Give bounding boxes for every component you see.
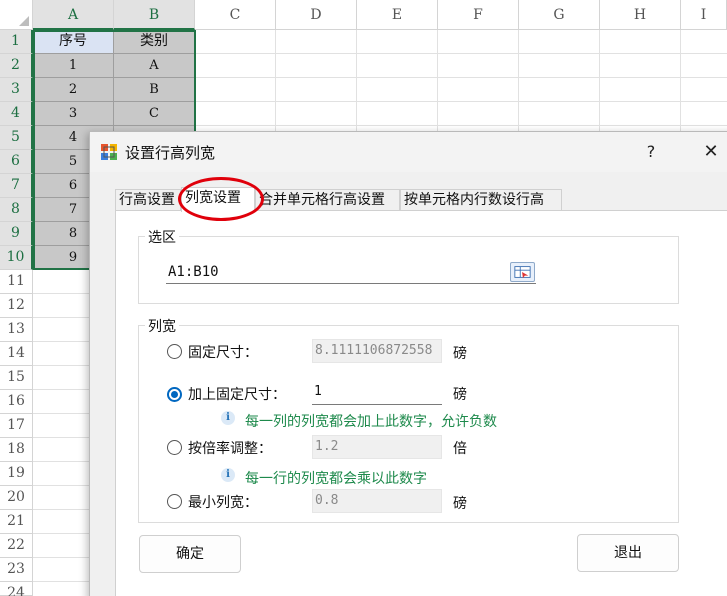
- fixed-size-label: 固定尺寸：: [188, 345, 258, 361]
- column-headers: A B C D E F G H I: [33, 0, 727, 30]
- add-hint: 每一列的列宽都会加上此数字，允许负数: [245, 414, 497, 430]
- min-width-field[interactable]: 0.8: [312, 489, 442, 513]
- help-button[interactable]: ?: [630, 138, 672, 166]
- multiply-radio[interactable]: [167, 440, 182, 455]
- row-header[interactable]: 22: [0, 534, 33, 558]
- min-width-radio[interactable]: [167, 494, 182, 509]
- row-header[interactable]: 23: [0, 558, 33, 582]
- multiply-field[interactable]: 1.2: [312, 435, 442, 459]
- multiply-label: 按倍率调整：: [188, 441, 272, 457]
- row-header[interactable]: 4: [0, 102, 33, 126]
- row-header[interactable]: 12: [0, 294, 33, 318]
- cell-b[interactable]: A: [114, 54, 195, 78]
- row-header[interactable]: 8: [0, 198, 33, 222]
- row-header[interactable]: 14: [0, 342, 33, 366]
- row-header[interactable]: 15: [0, 366, 33, 390]
- row-header[interactable]: 5: [0, 126, 33, 150]
- row-col-size-dialog: 设置行高列宽 ? ✕ 行高设置 列宽设置 合并单元格行高设置 按单元格内行数设行…: [89, 131, 727, 596]
- column-header-g[interactable]: G: [519, 0, 600, 30]
- multiply-unit: 倍: [453, 441, 467, 457]
- cell-a[interactable]: 3: [33, 102, 114, 126]
- dialog-title: 设置行高列宽: [125, 144, 216, 162]
- column-header-c[interactable]: C: [195, 0, 276, 30]
- row-header[interactable]: 3: [0, 78, 33, 102]
- row-header[interactable]: 7: [0, 174, 33, 198]
- cell-a[interactable]: 1: [33, 54, 114, 78]
- row-header[interactable]: 9: [0, 222, 33, 246]
- select-all-triangle-icon: [19, 16, 29, 26]
- close-button[interactable]: ✕: [690, 138, 727, 166]
- multiply-hint: 每一行的列宽都会乘以此数字: [245, 471, 427, 487]
- tab-row-height-by-lines[interactable]: 按单元格内行数设行高: [400, 189, 562, 211]
- column-header-e[interactable]: E: [357, 0, 438, 30]
- cell-a1[interactable]: 序号: [33, 30, 114, 54]
- row-header[interactable]: 1: [0, 30, 33, 54]
- row-header[interactable]: 10: [0, 246, 33, 270]
- row-header[interactable]: 19: [0, 462, 33, 486]
- column-width-group-legend: 列宽: [145, 316, 179, 336]
- row-header[interactable]: 16: [0, 390, 33, 414]
- tab-merged-row-height[interactable]: 合并单元格行高设置: [255, 189, 400, 211]
- min-width-unit: 磅: [453, 496, 467, 512]
- add-fixed-size-unit: 磅: [453, 387, 467, 403]
- range-select-icon[interactable]: [510, 262, 535, 282]
- row-header[interactable]: 13: [0, 318, 33, 342]
- add-fixed-size-label: 加上固定尺寸：: [188, 387, 286, 403]
- info-icon: i: [221, 411, 235, 425]
- tab-row-height[interactable]: 行高设置: [115, 189, 181, 211]
- cell-b[interactable]: B: [114, 78, 195, 102]
- row-header[interactable]: 17: [0, 414, 33, 438]
- fixed-size-field[interactable]: 8.1111106872558: [312, 339, 442, 363]
- row-header[interactable]: 24: [0, 582, 33, 596]
- select-all-corner[interactable]: [0, 0, 33, 30]
- column-header-i[interactable]: I: [681, 0, 727, 30]
- app-icon: [101, 144, 117, 160]
- ok-button[interactable]: 确定: [139, 535, 241, 573]
- selection-group-legend: 选区: [145, 227, 179, 247]
- fixed-size-unit: 磅: [453, 346, 467, 362]
- column-header-f[interactable]: F: [438, 0, 519, 30]
- add-fixed-size-radio[interactable]: [167, 387, 182, 402]
- column-header-a[interactable]: A: [33, 0, 114, 30]
- column-header-h[interactable]: H: [600, 0, 681, 30]
- add-fixed-size-field[interactable]: 1: [312, 381, 442, 405]
- row-header[interactable]: 21: [0, 510, 33, 534]
- column-header-b[interactable]: B: [114, 0, 195, 30]
- fixed-size-radio[interactable]: [167, 344, 182, 359]
- cell-a[interactable]: 2: [33, 78, 114, 102]
- row-header[interactable]: 18: [0, 438, 33, 462]
- column-header-d[interactable]: D: [276, 0, 357, 30]
- row-header[interactable]: 2: [0, 54, 33, 78]
- cell-b[interactable]: C: [114, 102, 195, 126]
- row-header[interactable]: 20: [0, 486, 33, 510]
- cell-b1[interactable]: 类别: [114, 30, 195, 54]
- tab-column-width[interactable]: 列宽设置: [181, 187, 255, 212]
- range-input[interactable]: A1:B10: [166, 260, 536, 284]
- info-icon: i: [221, 468, 235, 482]
- dialog-titlebar[interactable]: 设置行高列宽 ? ✕: [90, 132, 727, 172]
- row-header[interactable]: 11: [0, 270, 33, 294]
- min-width-label: 最小列宽：: [188, 495, 258, 511]
- exit-button[interactable]: 退出: [577, 534, 679, 572]
- row-header[interactable]: 6: [0, 150, 33, 174]
